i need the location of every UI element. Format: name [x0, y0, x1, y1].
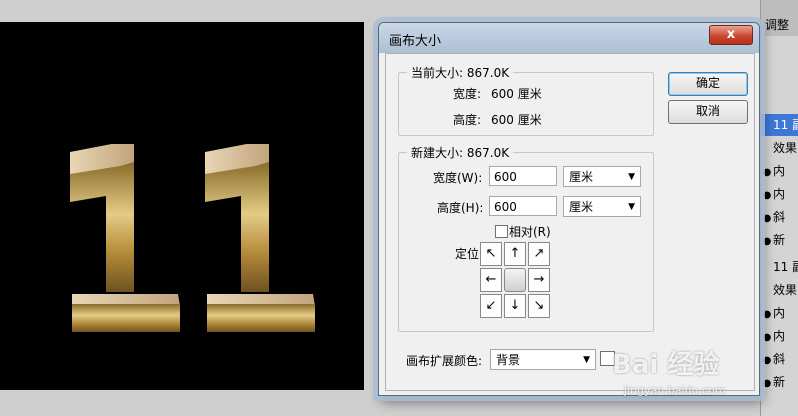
- layer-row[interactable]: ● 内: [761, 183, 798, 205]
- watermark-brand: Bai 经验: [612, 350, 720, 380]
- new-size-legend: 新建大小: 867.0K: [407, 144, 514, 161]
- new-width-label: 宽度(W):: [433, 171, 483, 185]
- layer-row-label: 内: [773, 164, 786, 178]
- layer-row[interactable]: 效果: [761, 279, 798, 301]
- anchor-bottom-left[interactable]: ↙: [480, 294, 502, 318]
- anchor-bottom-right[interactable]: ↘: [528, 294, 550, 318]
- ok-button[interactable]: 确定: [668, 72, 748, 96]
- layer-row-label: 斜: [773, 210, 786, 224]
- new-height-label: 高度(H):: [437, 201, 484, 215]
- height-unit-value: 厘米: [569, 200, 594, 214]
- layer-row-label: 效果: [773, 283, 798, 297]
- layer-row-label: 斜: [773, 352, 786, 366]
- gold-digit-graphic: [70, 142, 180, 332]
- layer-row[interactable]: ● 内: [761, 160, 798, 182]
- layers-panel: 调整 11 副 效果●内●内●斜●新 11 副 效果●内●内●斜●新: [760, 0, 798, 416]
- extension-color-value: 背景: [496, 353, 521, 367]
- current-size-legend: 当前大小: 867.0K: [407, 64, 514, 81]
- layer-row[interactable]: ● 内: [761, 325, 798, 347]
- width-unit-select[interactable]: 厘米 ▼: [563, 166, 641, 187]
- layer-row[interactable]: ● 内: [761, 302, 798, 324]
- height-input[interactable]: 600: [489, 196, 557, 216]
- anchor-right[interactable]: →: [528, 268, 550, 292]
- layer-row[interactable]: ● 新: [761, 229, 798, 251]
- current-height-label: 高度:: [453, 113, 482, 127]
- dialog-body: 当前大小: 867.0K 宽度: 600 厘米 高度: 600 厘米 新建大小:…: [385, 53, 755, 391]
- eye-icon[interactable]: ●: [761, 231, 773, 253]
- arrow-down-left-icon: ↙: [485, 298, 497, 313]
- eye-icon[interactable]: ●: [761, 350, 773, 372]
- layer-row[interactable]: 效果: [761, 137, 798, 159]
- chevron-down-icon: ▼: [583, 355, 590, 365]
- tab-adjustments[interactable]: 调整: [765, 16, 789, 33]
- chevron-down-icon: ▼: [628, 202, 635, 212]
- relative-label[interactable]: 相对(R): [509, 223, 551, 240]
- baidu-watermark: Bai 经验 jingyan.baidu.com: [612, 342, 762, 404]
- current-width-label: 宽度:: [453, 87, 482, 101]
- arrow-right-icon: →: [533, 272, 545, 287]
- extension-color-select[interactable]: 背景 ▼: [490, 349, 596, 370]
- width-unit-value: 厘米: [569, 170, 594, 184]
- eye-icon[interactable]: ●: [761, 162, 773, 184]
- canvas-size-dialog: 画布大小 x 当前大小: 867.0K 宽度: 600 厘米 高度: 600 厘…: [378, 22, 760, 396]
- anchor-bottom[interactable]: ↓: [504, 294, 526, 318]
- layer-row-label: 内: [773, 329, 786, 343]
- anchor-top-left[interactable]: ↖: [480, 242, 502, 266]
- close-icon: x: [726, 27, 736, 42]
- layer-row-label: 新: [773, 375, 786, 389]
- arrow-up-left-icon: ↖: [485, 246, 497, 261]
- document-canvas[interactable]: [0, 22, 364, 390]
- width-input[interactable]: 600: [489, 166, 557, 186]
- cancel-button[interactable]: 取消: [668, 100, 748, 124]
- eye-icon[interactable]: ●: [761, 208, 773, 230]
- current-size-group: 当前大小: 867.0K 宽度: 600 厘米 高度: 600 厘米: [398, 64, 654, 136]
- close-button[interactable]: x: [709, 25, 753, 45]
- anchor-left[interactable]: ←: [480, 268, 502, 292]
- relative-checkbox[interactable]: [495, 225, 508, 238]
- dialog-titlebar[interactable]: 画布大小 x: [379, 23, 759, 53]
- arrow-up-icon: ↑: [509, 246, 521, 261]
- current-width-value: 600 厘米: [491, 87, 542, 101]
- layer-row-label: 内: [773, 306, 786, 320]
- layer-row-label: 11 副: [773, 118, 798, 132]
- height-unit-select[interactable]: 厘米 ▼: [563, 196, 641, 217]
- layer-row[interactable]: ● 斜: [761, 206, 798, 228]
- anchor-center[interactable]: [504, 268, 526, 292]
- layer-row[interactable]: 11 副: [761, 256, 798, 278]
- layer-row[interactable]: ● 新: [761, 371, 798, 393]
- anchor-top-right[interactable]: ↗: [528, 242, 550, 266]
- eye-icon[interactable]: ●: [761, 373, 773, 395]
- panel-tab-strip: 调整: [761, 0, 798, 36]
- dialog-title: 画布大小: [389, 34, 442, 49]
- anchor-top[interactable]: ↑: [504, 242, 526, 266]
- anchor-grid: ↖ ↑ ↗ ← → ↙ ↓ ↘: [480, 242, 552, 320]
- eye-icon[interactable]: ●: [761, 185, 773, 207]
- layer-row-label: 效果: [773, 141, 798, 155]
- arrow-down-icon: ↓: [509, 298, 521, 313]
- layer-row-label: 新: [773, 233, 786, 247]
- eye-icon[interactable]: ●: [761, 327, 773, 349]
- current-height-value: 600 厘米: [491, 113, 542, 127]
- layer-row-label: 内: [773, 187, 786, 201]
- arrow-down-right-icon: ↘: [533, 298, 545, 313]
- chevron-down-icon: ▼: [628, 172, 635, 182]
- arrow-up-right-icon: ↗: [533, 246, 545, 261]
- eye-icon[interactable]: ●: [761, 304, 773, 326]
- gold-digit-graphic: [205, 142, 315, 332]
- arrow-left-icon: ←: [485, 272, 497, 287]
- digit-one-right: [205, 142, 317, 334]
- extension-color-label: 画布扩展颜色:: [406, 354, 483, 368]
- watermark-url: jingyan.baidu.com: [624, 384, 726, 397]
- digit-one-left: [70, 142, 182, 334]
- layer-row-label: 11 副: [773, 260, 798, 274]
- layer-row[interactable]: 11 副: [761, 114, 798, 136]
- layer-row[interactable]: ● 斜: [761, 348, 798, 370]
- anchor-label: 定位:: [455, 247, 484, 261]
